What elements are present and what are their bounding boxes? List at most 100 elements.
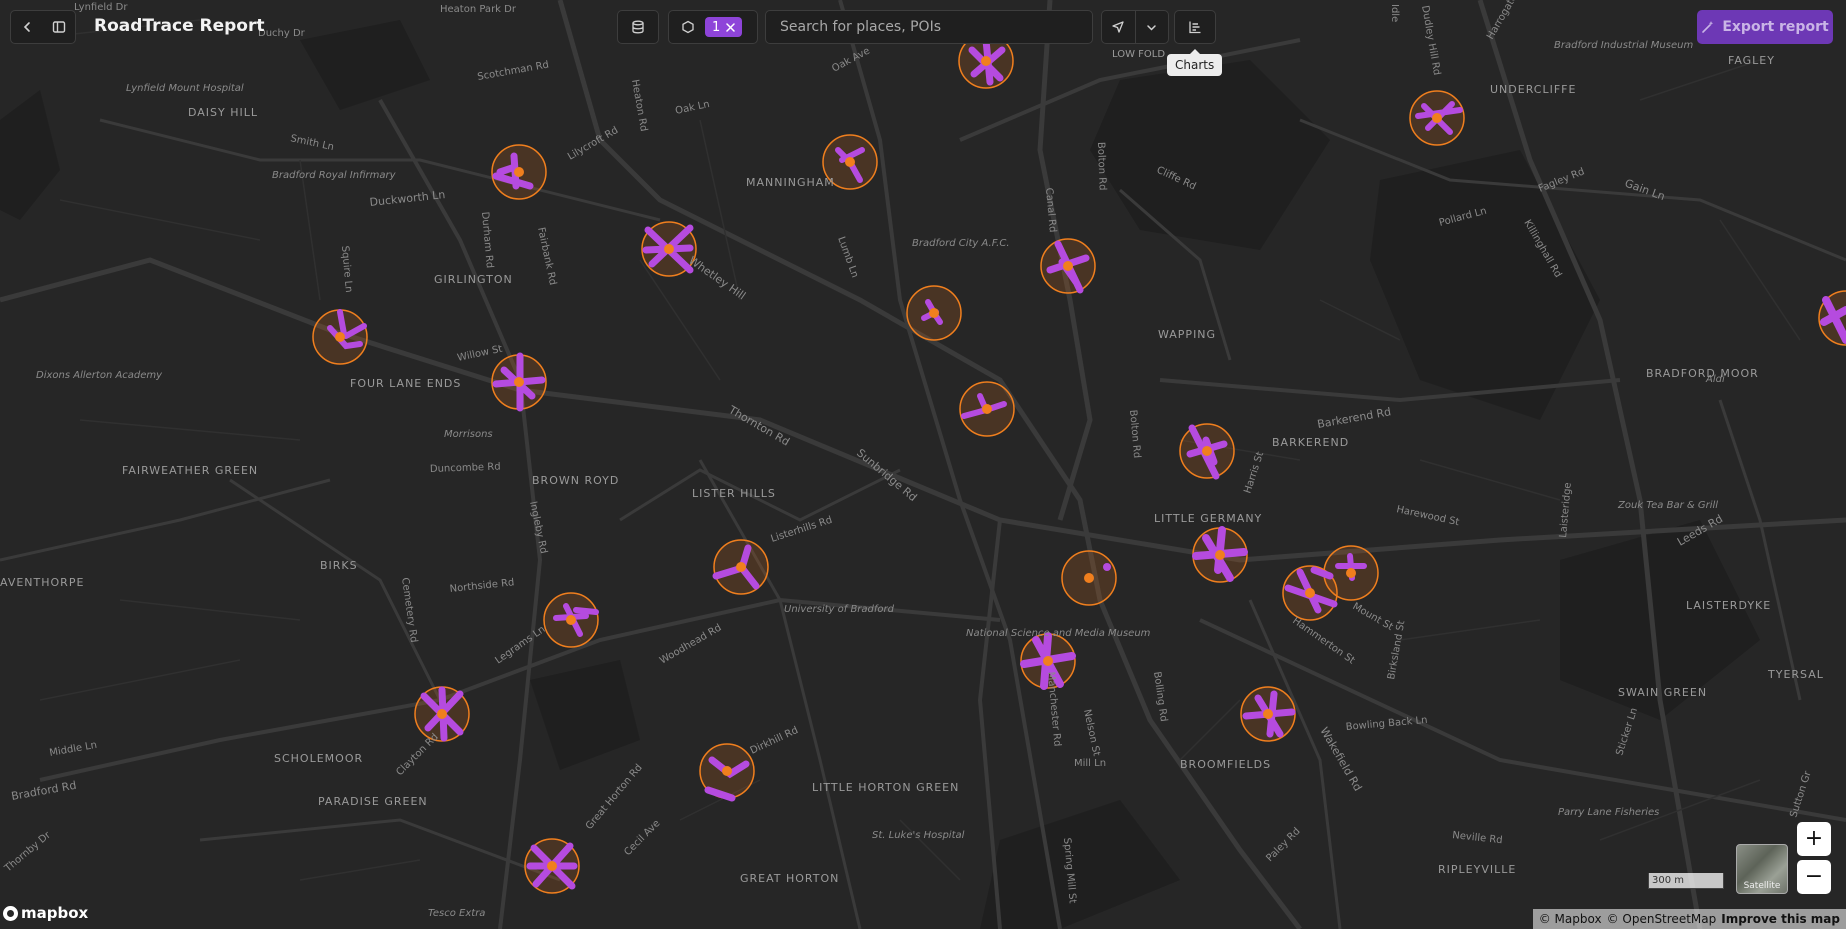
hotspot-zone[interactable] xyxy=(524,838,580,894)
hotspot-zone[interactable] xyxy=(414,686,470,742)
map-label: Aldi xyxy=(1705,374,1725,385)
search-input[interactable] xyxy=(778,18,1080,36)
data-layers-button[interactable] xyxy=(617,10,659,44)
database-icon xyxy=(632,20,644,34)
map-label: Lynfield Dr xyxy=(74,2,128,13)
improve-map-link[interactable]: Improve this map xyxy=(1721,912,1840,926)
nav-button-group xyxy=(10,10,76,44)
map-label: BROOMFIELDS xyxy=(1180,758,1271,771)
satellite-label: Satellite xyxy=(1743,881,1781,891)
map-label: LITTLE GERMANY xyxy=(1154,512,1262,525)
filter-count: 1 xyxy=(712,19,721,35)
page-title: RoadTrace Report xyxy=(94,16,265,36)
map-canvas[interactable]: Lynfield Dr Heaton Park Dr Duchy Dr Scot… xyxy=(0,0,1846,929)
map-label: RIPLEYVILLE xyxy=(1438,863,1516,876)
map-label: TYERSAL xyxy=(1767,668,1824,681)
charts-button[interactable] xyxy=(1174,10,1216,44)
map-label: Duchy Dr xyxy=(258,28,306,39)
map-label: LOW FOLD xyxy=(1112,49,1165,60)
map-label: University of Bradford xyxy=(784,604,895,615)
map-label: Zouk Tea Bar & Grill xyxy=(1617,500,1718,511)
map-label: Tesco Extra xyxy=(428,908,485,919)
plus-icon: + xyxy=(1804,826,1824,851)
mapbox-logo-text: mapbox xyxy=(21,904,89,922)
map-label: LITTLE HORTON GREEN xyxy=(812,781,959,794)
hotspot-zone[interactable] xyxy=(543,592,599,648)
map-label: Lynfield Mount Hospital xyxy=(126,83,244,94)
map-label: DAISY HILL xyxy=(188,106,258,119)
map-label: BROWN ROYD xyxy=(532,474,619,487)
chevron-left-icon xyxy=(23,22,30,32)
hotspot-zone[interactable] xyxy=(1179,423,1235,480)
map-label: Bradford City A.F.C. xyxy=(912,238,1010,249)
select-tool-button[interactable] xyxy=(1102,11,1135,43)
zoom-in-button[interactable]: + xyxy=(1797,822,1831,856)
filter-count-badge[interactable]: 1 xyxy=(705,17,743,37)
hotspot-zone[interactable] xyxy=(959,381,1015,437)
satellite-toggle-button[interactable]: Satellite xyxy=(1736,844,1788,894)
map-label: Bradford Industrial Museum xyxy=(1554,40,1693,51)
zoom-out-button[interactable]: − xyxy=(1797,860,1831,894)
hotspot-zone[interactable] xyxy=(712,539,769,595)
minus-icon: − xyxy=(1804,864,1824,889)
map-label: UNDERCLIFFE xyxy=(1490,83,1576,96)
mapbox-logo[interactable]: mapbox xyxy=(3,904,88,922)
export-report-button[interactable]: Export report xyxy=(1697,10,1833,44)
map-label: Dixons Allerton Academy xyxy=(36,370,163,381)
hotspot-zone[interactable] xyxy=(906,285,962,341)
map-label: BRADFORD MOOR xyxy=(1646,367,1759,380)
map-label: FAIRWEATHER GREEN xyxy=(122,464,258,477)
hotspot-zone[interactable] xyxy=(699,743,755,802)
select-tool-group xyxy=(1101,10,1169,44)
map-label: Bolton Rd xyxy=(1095,142,1108,191)
hotspot-zone[interactable] xyxy=(491,352,547,412)
export-label: Export report xyxy=(1722,19,1829,35)
map-scale-bar: 300 m xyxy=(1648,873,1724,889)
map-label: Heaton Park Dr xyxy=(440,4,517,15)
bar-chart-icon xyxy=(1189,21,1201,34)
map-label: PARADISE GREEN xyxy=(318,795,428,808)
map-label: AVENTHORPE xyxy=(0,576,84,589)
hotspot-zone[interactable] xyxy=(1282,565,1338,621)
hotspot-zone[interactable] xyxy=(1192,526,1248,583)
map-label: FOUR LANE ENDS xyxy=(350,377,461,390)
back-button[interactable] xyxy=(11,11,43,43)
map-label: SCHOLEMOOR xyxy=(274,752,363,765)
close-icon[interactable] xyxy=(726,22,736,32)
magic-wand-icon xyxy=(1702,21,1714,33)
map-label: Parry Lane Fisheries xyxy=(1558,807,1659,818)
map-label: LISTER HILLS xyxy=(692,487,776,500)
map-attribution: © Mapbox © OpenStreetMap Improve this ma… xyxy=(1532,909,1846,929)
map-label: National Science and Media Museum xyxy=(966,628,1151,639)
attribution-mapbox-link[interactable]: © Mapbox xyxy=(1539,912,1602,926)
chevron-down-icon xyxy=(1147,24,1156,31)
hotspot-zone[interactable] xyxy=(1040,238,1096,294)
map-label: BARKEREND xyxy=(1272,436,1349,449)
hotspot-zone[interactable] xyxy=(312,309,368,365)
hotspot-zone[interactable] xyxy=(1409,90,1465,146)
map-label: MANNINGHAM xyxy=(746,176,835,189)
map-label: St. Luke's Hospital xyxy=(872,830,965,841)
select-tool-dropdown[interactable] xyxy=(1134,11,1169,43)
hotspot-zone[interactable] xyxy=(1240,686,1296,742)
attribution-osm-link[interactable]: © OpenStreetMap xyxy=(1607,912,1717,926)
hotspot-zone[interactable] xyxy=(1061,550,1117,606)
hexagon-icon[interactable] xyxy=(681,20,695,34)
map-label: LAISTERDYKE xyxy=(1686,599,1771,612)
sidebar-toggle-button[interactable] xyxy=(43,11,75,43)
search-box xyxy=(765,10,1093,44)
cursor-icon xyxy=(1112,21,1124,33)
map-label: Morrisons xyxy=(444,429,493,440)
map-label: Bradford Royal Infirmary xyxy=(272,170,397,181)
charts-tooltip: Charts xyxy=(1167,49,1223,76)
hotspot-zone[interactable] xyxy=(641,221,697,277)
map-label: GREAT HORTON xyxy=(740,872,839,885)
hotspot-zone[interactable] xyxy=(491,144,547,200)
sidebar-toggle-icon xyxy=(52,21,66,33)
map-label: BIRKS xyxy=(320,559,358,572)
map-label: Mill Ln xyxy=(1074,758,1106,769)
map-label: FAGLEY xyxy=(1728,54,1775,67)
map-label: Idle xyxy=(1389,4,1400,22)
mapbox-logo-icon xyxy=(3,905,18,921)
map-label: WAPPING xyxy=(1158,328,1216,341)
